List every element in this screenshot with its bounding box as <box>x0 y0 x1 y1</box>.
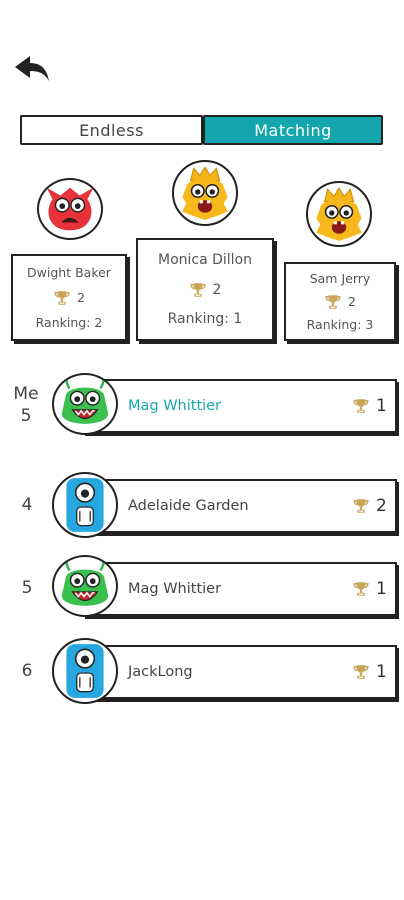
row-name: Adelaide Garden <box>128 498 249 514</box>
row-rank: 6 <box>21 661 33 681</box>
avatar <box>52 373 118 435</box>
trophy-icon <box>352 663 370 681</box>
me-label: Me <box>13 384 39 404</box>
green-monster-icon <box>54 375 116 433</box>
podium-card-3: Sam Jerry 2 Ranking: 3 <box>284 262 396 341</box>
tab-endless[interactable]: Endless <box>20 115 203 145</box>
podium-name: Dwight Baker <box>27 264 111 280</box>
row-rank: 4 <box>21 495 33 515</box>
podium-ranking: Ranking: 1 <box>167 310 243 327</box>
podium-card-2: Dwight Baker 2 Ranking: 2 <box>11 254 127 341</box>
back-arrow-icon <box>15 56 49 81</box>
podium-ranking: Ranking: 3 <box>306 317 374 333</box>
podium-card-1: Monica Dillon 2 Ranking: 1 <box>136 238 274 341</box>
avatar <box>52 472 118 538</box>
trophy-count: 2 <box>77 290 85 305</box>
podium-avatar-3 <box>306 181 372 247</box>
me-rank: 5 <box>20 406 32 426</box>
podium-avatar-2 <box>37 178 103 240</box>
trophy-count: 1 <box>376 662 387 682</box>
me-trophies: 1 <box>352 396 387 416</box>
green-monster-icon <box>54 557 116 615</box>
trophy-icon <box>53 289 71 307</box>
trophy-icon <box>352 397 370 415</box>
blue-monster-icon <box>54 474 116 536</box>
trophy-count: 2 <box>376 496 387 516</box>
yellow-crown-monster-icon <box>174 162 236 224</box>
red-monster-icon <box>39 180 101 238</box>
row-name: JackLong <box>128 664 193 680</box>
row-trophies: 2 <box>352 496 387 516</box>
trophy-count: 1 <box>376 396 387 416</box>
trophy-count: 2 <box>212 281 222 298</box>
trophy-icon <box>352 497 370 515</box>
back-button[interactable] <box>12 52 52 84</box>
tab-matching[interactable]: Matching <box>203 115 383 145</box>
podium-name: Monica Dillon <box>157 252 253 269</box>
trophy-count: 2 <box>348 294 356 309</box>
trophy-count: 1 <box>376 579 387 599</box>
podium-avatar-1 <box>172 160 238 226</box>
podium-ranking: Ranking: 2 <box>35 315 103 331</box>
trophy-icon <box>189 281 207 299</box>
trophy-icon <box>352 580 370 598</box>
row-trophies: 1 <box>352 662 387 682</box>
yellow-crown-monster-icon <box>308 183 370 245</box>
avatar <box>52 638 118 704</box>
blue-monster-icon <box>54 640 116 702</box>
row-rank: 5 <box>21 578 33 598</box>
row-name: Mag Whittier <box>128 581 222 597</box>
trophy-icon <box>324 293 342 311</box>
podium-name: Sam Jerry <box>309 270 371 286</box>
avatar <box>52 555 118 617</box>
row-trophies: 1 <box>352 579 387 599</box>
me-name: Mag Whittier <box>128 398 222 414</box>
